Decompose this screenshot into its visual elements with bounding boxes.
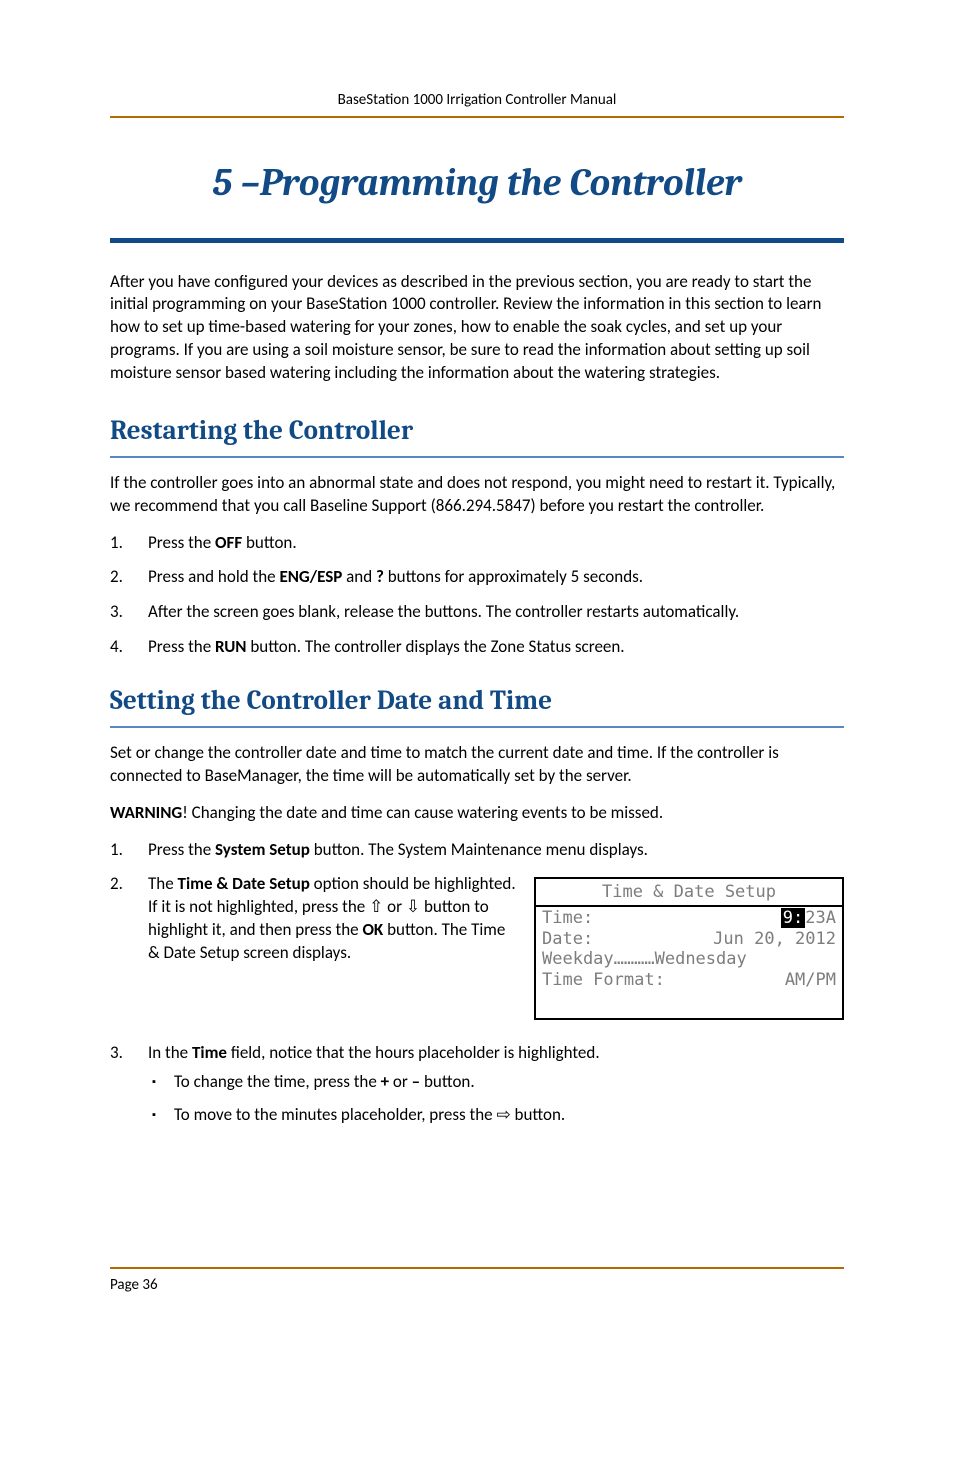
lcd-label: Date: bbox=[542, 929, 593, 949]
text: button. The System Maintenance menu disp… bbox=[310, 839, 648, 860]
section-restart-title: Restarting the Controller bbox=[110, 413, 844, 449]
lcd-row-date: Date: Jun 20, 2012 bbox=[542, 929, 836, 949]
bold: System Setup bbox=[215, 839, 310, 860]
list-item: Press the RUN button. The controller dis… bbox=[110, 636, 844, 659]
bold: RUN bbox=[215, 636, 246, 657]
lcd-value: AM/PM bbox=[785, 970, 836, 990]
bold: ENG/ESP bbox=[279, 566, 342, 587]
warning-text: ! Changing the date and time can cause w… bbox=[182, 802, 663, 823]
lcd-label: Time: bbox=[542, 908, 593, 928]
lcd-row-weekday: Weekday…………Wednesday bbox=[542, 949, 836, 969]
bold: Time bbox=[192, 1042, 227, 1063]
lcd-value: 9:23A bbox=[781, 908, 836, 928]
page-number: Page 36 bbox=[110, 1276, 158, 1294]
bold: – bbox=[412, 1071, 420, 1092]
text: To change the time, press the bbox=[174, 1071, 381, 1092]
text: Press the bbox=[148, 839, 215, 860]
warning-label: WARNING bbox=[110, 802, 182, 823]
list-item: To move to the minutes placeholder, pres… bbox=[148, 1104, 844, 1127]
sublist: To change the time, press the + or – but… bbox=[148, 1071, 844, 1127]
lcd-screenshot: Time & Date Setup Time: 9:23A Date: Jun … bbox=[534, 877, 844, 1020]
lcd-row-time: Time: 9:23A bbox=[542, 908, 836, 928]
list-item: After the screen goes blank, release the… bbox=[110, 601, 844, 624]
datetime-steps: Press the System Setup button. The Syste… bbox=[110, 839, 844, 1127]
lcd-row-format: Time Format: AM/PM bbox=[542, 970, 836, 990]
list-item: In the Time field, notice that the hours… bbox=[110, 1042, 844, 1127]
chapter-title: 5 –Programming the Controller bbox=[110, 158, 844, 209]
dots: ………… bbox=[614, 949, 655, 969]
page-footer: Page 36 bbox=[110, 1267, 844, 1295]
list-item: Time & Date Setup Time: 9:23A Date: Jun … bbox=[110, 873, 844, 1030]
list-item: Press the System Setup button. The Syste… bbox=[110, 839, 844, 862]
text: Press the bbox=[148, 636, 215, 657]
bold: Time & Date Setup bbox=[178, 873, 310, 894]
bold: + bbox=[381, 1071, 389, 1092]
lcd-title: Time & Date Setup bbox=[536, 879, 842, 907]
running-header: BaseStation 1000 Irrigation Controller M… bbox=[110, 90, 844, 110]
restart-steps: Press the OFF button. Press and hold the… bbox=[110, 532, 844, 660]
section-rule bbox=[110, 456, 844, 458]
lcd-value: Wednesday bbox=[655, 949, 747, 969]
text: button. bbox=[420, 1071, 475, 1092]
chapter-rule bbox=[110, 238, 844, 243]
list-item: Press and hold the ENG/ESP and ? buttons… bbox=[110, 566, 844, 589]
text: The bbox=[148, 873, 178, 894]
text: button. bbox=[242, 532, 297, 553]
section-rule bbox=[110, 726, 844, 728]
text: or bbox=[389, 1071, 412, 1092]
text: Weekday bbox=[542, 949, 614, 969]
text: Press the bbox=[148, 532, 215, 553]
lcd-body: Time: 9:23A Date: Jun 20, 2012 Weekday……… bbox=[536, 907, 842, 1018]
lcd-hours-highlight: 9: bbox=[781, 908, 805, 928]
lcd-time-rest: 23A bbox=[805, 908, 836, 928]
datetime-lede: Set or change the controller date and ti… bbox=[110, 742, 844, 788]
text: buttons for approximately 5 seconds. bbox=[384, 566, 643, 587]
list-item: Press the OFF button. bbox=[110, 532, 844, 555]
restart-lede: If the controller goes into an abnormal … bbox=[110, 472, 844, 518]
chapter-intro: After you have configured your devices a… bbox=[110, 271, 844, 386]
text: field, notice that the hours placeholder… bbox=[227, 1042, 600, 1063]
lcd-label: Time Format: bbox=[542, 970, 665, 990]
lcd-label: Weekday…………Wednesday bbox=[542, 949, 747, 969]
lcd-value: Jun 20, 2012 bbox=[713, 929, 836, 949]
section-datetime-title: Setting the Controller Date and Time bbox=[110, 683, 844, 719]
datetime-warning: WARNING! Changing the date and time can … bbox=[110, 802, 844, 825]
list-item: To change the time, press the + or – but… bbox=[148, 1071, 844, 1094]
bold: OFF bbox=[215, 532, 242, 553]
bold: ? bbox=[376, 566, 384, 587]
bold: OK bbox=[362, 919, 383, 940]
text: and bbox=[342, 566, 376, 587]
text: button. The controller displays the Zone… bbox=[246, 636, 624, 657]
header-rule bbox=[110, 116, 844, 118]
text: In the bbox=[148, 1042, 192, 1063]
text: Press and hold the bbox=[148, 566, 279, 587]
